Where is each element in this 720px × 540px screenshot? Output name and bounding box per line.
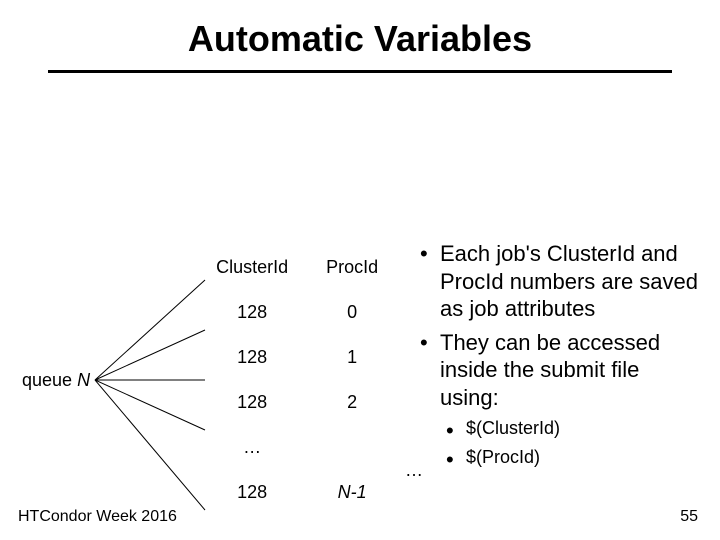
table-row: 128 2 [195, 380, 395, 425]
table-row: … [195, 425, 395, 470]
cell: 0 [309, 290, 395, 335]
cell: 128 [195, 470, 309, 515]
sub-bullet-item: $(ClusterId) [446, 417, 700, 440]
bullet-item: Each job's ClusterId and ProcId numbers … [420, 240, 700, 323]
slide-title: Automatic Variables [0, 0, 720, 60]
queue-label: queue N [22, 370, 90, 391]
sub-bullet-item: $(ProcId) [446, 446, 700, 469]
cell: … [195, 425, 309, 470]
page-number: 55 [680, 508, 698, 526]
queue-label-prefix: queue [22, 370, 77, 390]
bullets: Each job's ClusterId and ProcId numbers … [420, 240, 700, 474]
cell: 128 [195, 290, 309, 335]
table-row: 128 1 [195, 335, 395, 380]
col-procid: ProcId [309, 245, 395, 290]
id-table: ClusterId ProcId 128 0 128 1 128 2 [195, 245, 395, 515]
col-clusterid: ClusterId [195, 245, 309, 290]
table-row: 128 0 [195, 290, 395, 335]
title-rule [48, 70, 672, 73]
cell: 1 [309, 335, 395, 380]
slide: Automatic Variables queue N ClusterId Pr… [0, 0, 720, 540]
footer-left: HTCondor Week 2016 [18, 508, 177, 526]
cell: 128 [195, 380, 309, 425]
cell: 2 [309, 380, 395, 425]
bullet-item: They can be accessed inside the submit f… [420, 329, 700, 412]
table-header-row: ClusterId ProcId [195, 245, 395, 290]
cell: 128 [195, 335, 309, 380]
cell [309, 425, 395, 470]
table-row: 128 N-1 [195, 470, 395, 515]
cell: N-1 [309, 470, 395, 515]
